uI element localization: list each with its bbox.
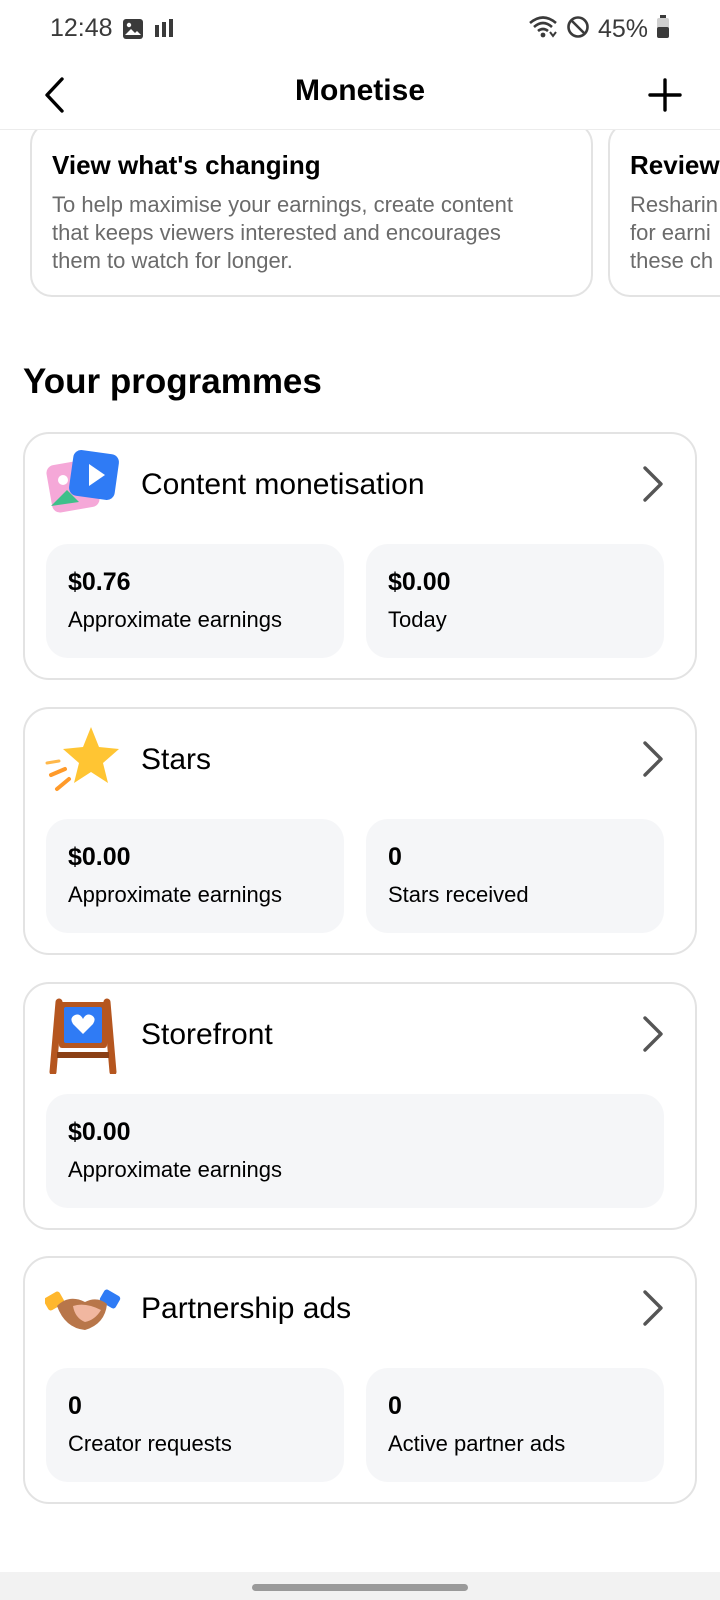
- info-card-line: To help maximise your earnings, create c…: [52, 192, 514, 217]
- info-card-title: Review: [630, 150, 720, 180]
- status-time: 12:48: [50, 14, 113, 42]
- chevron-right-icon: [643, 1016, 663, 1052]
- battery-percent: 45%: [597, 15, 648, 43]
- programme-card-stars[interactable]: Stars $0.00 Approximate earnings 0 Stars…: [23, 707, 697, 955]
- system-nav-bar: [0, 1572, 720, 1600]
- stat-today: $0.00 Today: [366, 544, 664, 658]
- stat-label: Approximate earnings: [68, 1157, 283, 1182]
- info-card-line: that keeps viewers interested and encour…: [52, 220, 501, 245]
- top-app-bar: Monetise: [0, 60, 720, 130]
- stat-label: Active partner ads: [388, 1431, 566, 1456]
- programme-title: Storefront: [141, 1018, 273, 1051]
- section-title-programmes: Your programmes: [23, 362, 322, 401]
- image-icon: [122, 18, 144, 45]
- info-card-line: Resharin: [630, 192, 719, 217]
- stat-value: 0: [388, 843, 402, 871]
- stat-value: 0: [388, 1392, 402, 1420]
- status-right: 45%: [528, 14, 670, 45]
- stat-label: Approximate earnings: [68, 607, 283, 632]
- programme-title: Partnership ads: [141, 1292, 352, 1325]
- stat-approximate-earnings: $0.76 Approximate earnings: [46, 544, 344, 658]
- info-card-line: for earni: [630, 220, 711, 245]
- stat-value: $0.00: [388, 568, 451, 596]
- star-icon: [45, 723, 121, 799]
- stat-value: $0.00: [68, 1118, 131, 1146]
- stat-label: Approximate earnings: [68, 882, 283, 907]
- wifi-icon: [528, 14, 558, 45]
- stat-active-partner-ads: 0 Active partner ads: [366, 1368, 664, 1482]
- stat-value: $0.76: [68, 568, 131, 596]
- stat-creator-requests: 0 Creator requests: [46, 1368, 344, 1482]
- programme-title: Stars: [141, 743, 212, 776]
- programme-card-content-monetisation[interactable]: Content monetisation $0.76 Approximate e…: [23, 432, 697, 680]
- stat-label: Today: [388, 607, 447, 632]
- programme-card-storefront[interactable]: Storefront $0.00 Approximate earnings: [23, 982, 697, 1230]
- status-bar: 12:48 45%: [0, 0, 720, 60]
- gesture-handle[interactable]: [252, 1584, 468, 1591]
- chevron-right-icon: [643, 466, 663, 502]
- info-card-line: them to watch for longer.: [52, 248, 293, 273]
- add-button[interactable]: [640, 70, 690, 120]
- chevron-right-icon: [643, 741, 663, 777]
- info-card-review[interactable]: Review Resharin for earni these ch: [608, 130, 720, 297]
- chevron-right-icon: [643, 1290, 663, 1326]
- stat-value: $0.00: [68, 843, 131, 871]
- info-card-body: To help maximise your earnings, create c…: [52, 191, 569, 275]
- info-card-view-changes[interactable]: View what's changing To help maximise yo…: [30, 130, 593, 297]
- do-not-disturb-icon: [566, 15, 590, 44]
- programme-card-partnership-ads[interactable]: Partnership ads 0 Creator requests 0 Act…: [23, 1256, 697, 1504]
- programme-title: Content monetisation: [141, 468, 425, 501]
- page-title: Monetise: [294, 74, 426, 107]
- battery-icon: [656, 15, 670, 44]
- handshake-icon: [43, 1272, 121, 1348]
- signal-bars-icon: [154, 19, 174, 44]
- info-carousel[interactable]: View what's changing To help maximise yo…: [0, 130, 720, 305]
- stat-stars-received: 0 Stars received: [366, 819, 664, 933]
- storefront-sign-icon: [45, 998, 121, 1076]
- stat-label: Creator requests: [68, 1431, 232, 1456]
- plus-icon: [648, 78, 682, 112]
- info-card-body: Resharin for earni these ch: [630, 191, 720, 275]
- stat-label: Stars received: [388, 882, 529, 907]
- info-card-line: these ch: [630, 248, 714, 273]
- stat-approximate-earnings: $0.00 Approximate earnings: [46, 1094, 664, 1208]
- stat-value: 0: [68, 1392, 82, 1420]
- status-left-icons: [122, 18, 174, 45]
- info-card-title: View what's changing: [52, 150, 321, 180]
- content-monetisation-icon: [45, 448, 121, 524]
- stat-approximate-earnings: $0.00 Approximate earnings: [46, 819, 344, 933]
